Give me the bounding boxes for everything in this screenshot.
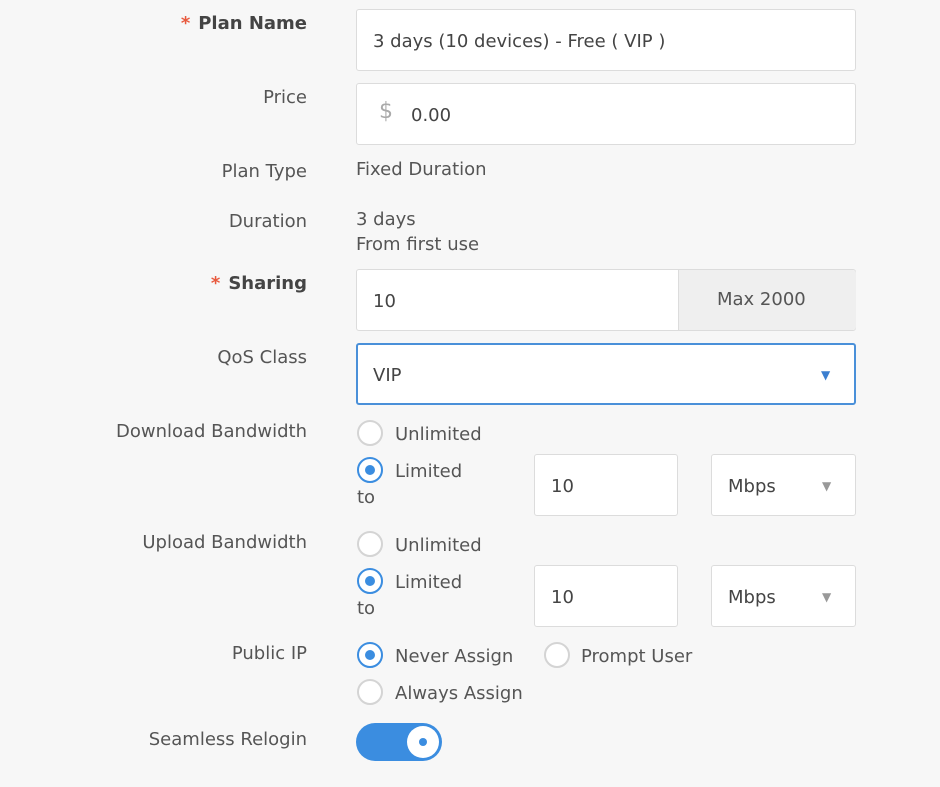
qos-class-select[interactable]: VIP ▼ [356,343,856,405]
upload-value-input[interactable]: 10 [534,565,678,627]
sharing-input[interactable]: 10 Max 2000 [356,269,856,331]
upload-bandwidth-label: Upload Bandwidth [142,532,307,553]
download-unit-select[interactable]: Mbps ▼ [711,454,856,516]
duration-value: 3 days [356,209,416,230]
download-unit: Mbps [728,476,776,497]
seamless-relogin-toggle[interactable] [356,723,442,761]
plan-type-value: Fixed Duration [356,159,487,180]
public-ip-always-radio[interactable] [357,679,383,705]
download-bandwidth-label: Download Bandwidth [115,421,307,442]
seamless-relogin-label: Seamless Relogin [148,729,307,750]
sharing-value: 10 [373,291,396,312]
public-ip-never-radio[interactable] [357,642,383,668]
caret-down-icon: ▼ [821,368,831,382]
public-ip-label: Public IP [231,643,307,664]
public-ip-never-label: Never Assign [395,646,514,667]
upload-limited-radio[interactable] [357,568,383,594]
duration-label: Duration [228,211,307,232]
sharing-addon: Max 2000 [678,270,856,330]
upload-value: 10 [551,587,574,608]
download-unlimited-label: Unlimited [395,424,482,445]
sharing-label: * Sharing [210,273,307,294]
upload-unlimited-label: Unlimited [395,535,482,556]
price-input[interactable]: $ 0.00 [356,83,856,145]
download-limited-label: Limited [395,461,463,482]
caret-down-icon: ▼ [822,479,832,493]
public-ip-prompt-radio[interactable] [544,642,570,668]
plan-name-value: 3 days (10 devices) - Free ( VIP ) [373,31,666,52]
upload-limited-label: Limited [395,572,463,593]
dollar-icon: $ [379,99,393,124]
price-label: Price [263,87,307,108]
qos-class-value: VIP [373,365,402,386]
download-to-label: to [357,487,376,508]
plan-type-label: Plan Type [221,161,307,182]
upload-to-label: to [357,598,376,619]
duration-subvalue: From first use [356,234,480,255]
download-value: 10 [551,476,574,497]
toggle-knob [407,726,439,758]
upload-unit-select[interactable]: Mbps ▼ [711,565,856,627]
download-limited-radio[interactable] [357,457,383,483]
required-mark: * [180,13,191,34]
public-ip-always-label: Always Assign [395,683,523,704]
upload-unlimited-radio[interactable] [357,531,383,557]
public-ip-prompt-label: Prompt User [581,646,693,667]
plan-name-label: * Plan Name [180,13,307,34]
plan-name-input[interactable]: 3 days (10 devices) - Free ( VIP ) [356,9,856,71]
price-value: 0.00 [411,105,452,126]
download-value-input[interactable]: 10 [534,454,678,516]
sharing-max: Max 2000 [717,289,806,310]
required-mark: * [210,273,221,294]
caret-down-icon: ▼ [822,590,832,604]
download-unlimited-radio[interactable] [357,420,383,446]
upload-unit: Mbps [728,587,776,608]
qos-class-label: QoS Class [217,347,307,368]
